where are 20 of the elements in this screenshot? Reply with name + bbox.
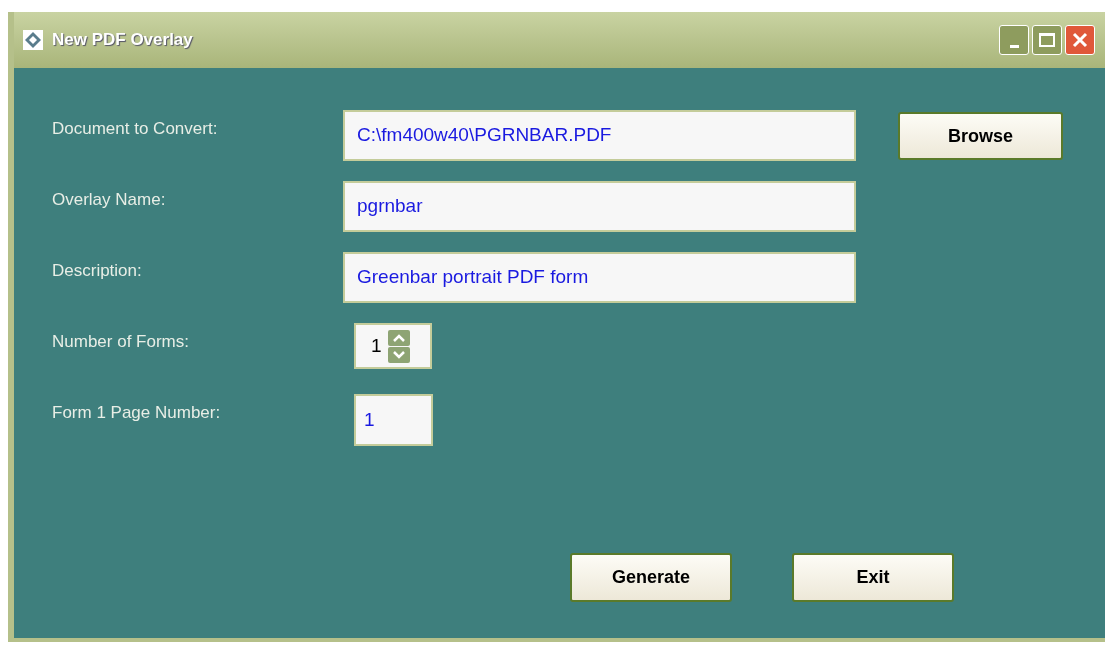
maximize-button[interactable] (1032, 25, 1062, 55)
exit-button[interactable]: Exit (792, 553, 954, 602)
spinner-value: 1 (371, 333, 382, 358)
diamond-logo-icon (22, 29, 44, 51)
field-label: Document to Convert: (51, 118, 219, 140)
browse-button[interactable]: Browse (898, 112, 1063, 160)
number-spinner[interactable]: 1 (354, 323, 432, 369)
minimize-button[interactable] (999, 25, 1029, 55)
close-button[interactable] (1065, 25, 1095, 55)
field-label: Overlay Name: (51, 189, 167, 211)
field-label: Number of Forms: (51, 331, 190, 353)
field-label: Description: (51, 260, 143, 282)
text-field[interactable]: Greenbar portrait PDF form (343, 252, 856, 303)
field-label: Form 1 Page Number: (51, 402, 222, 424)
text-field[interactable]: pgrnbar (343, 181, 856, 232)
generate-button[interactable]: Generate (570, 553, 732, 602)
close-icon (1071, 31, 1089, 49)
page-number-field[interactable]: 1 (354, 394, 433, 446)
window-title: New PDF Overlay (52, 29, 193, 52)
text-field[interactable]: C:\fm400w40\PGRNBAR.PDF (343, 110, 856, 161)
